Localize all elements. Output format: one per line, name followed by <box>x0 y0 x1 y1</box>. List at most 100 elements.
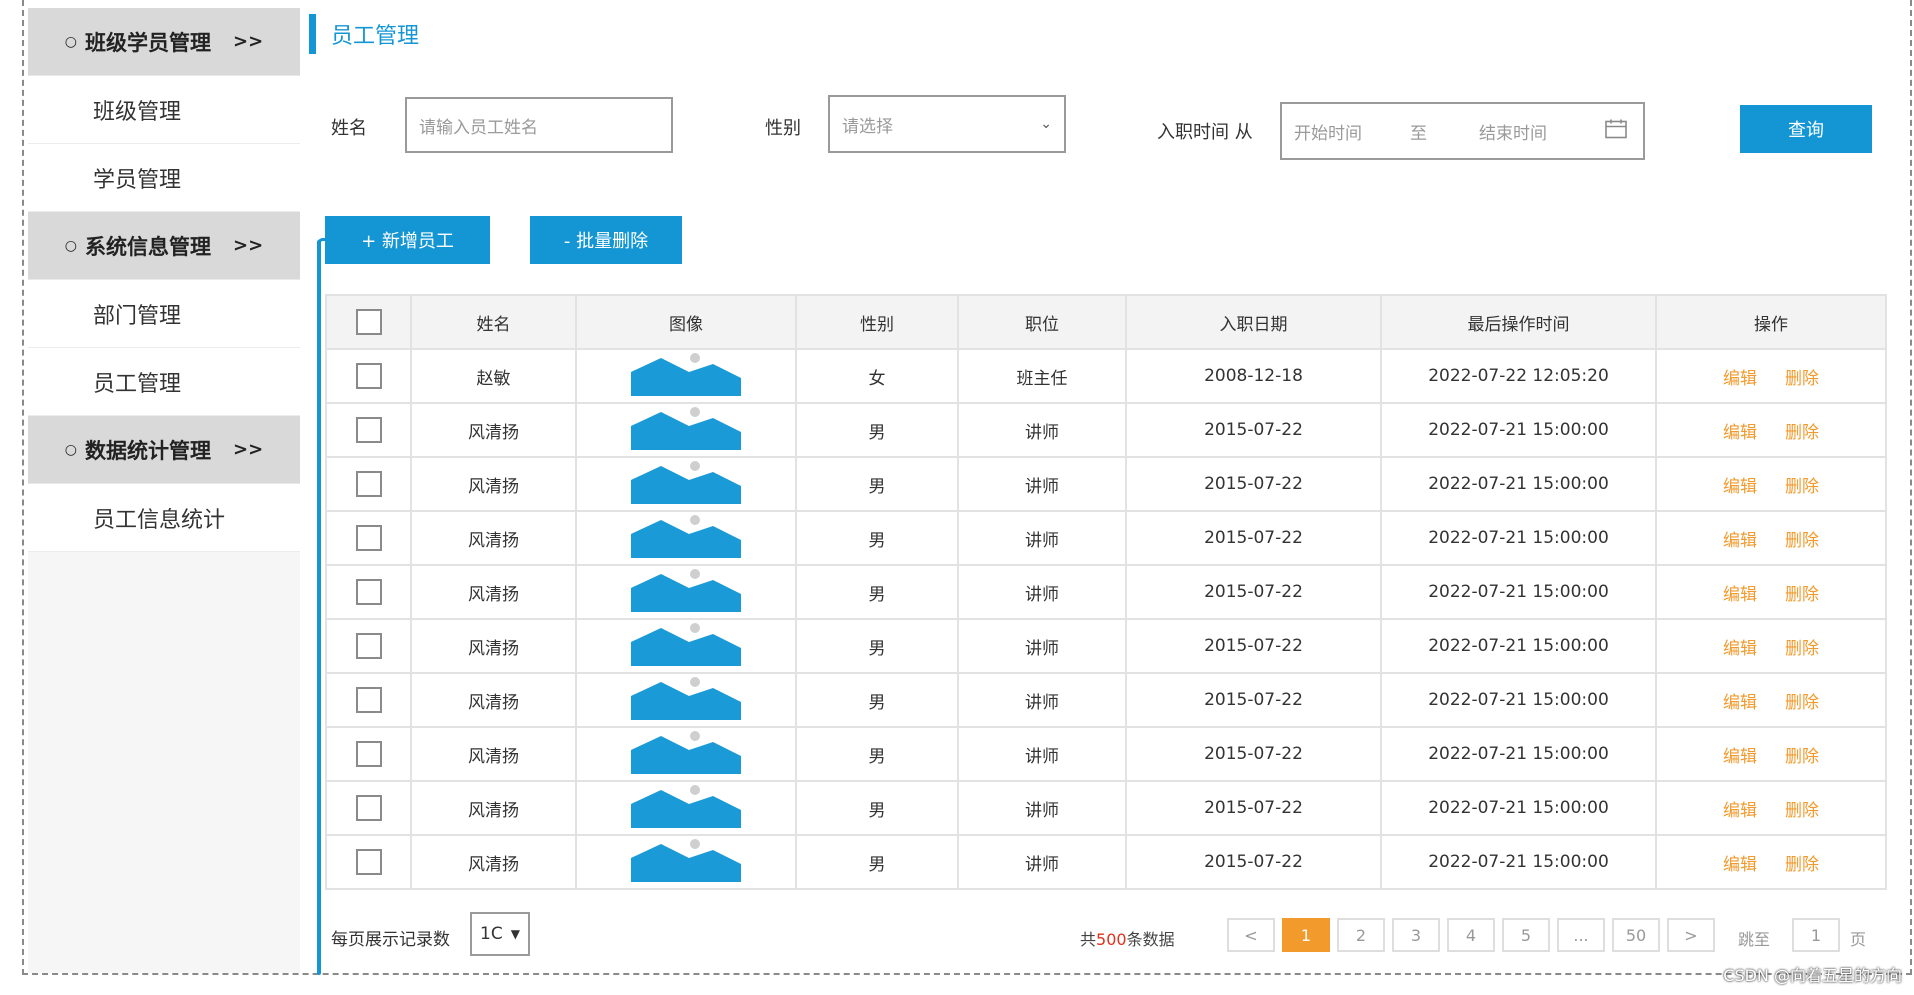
landscape-image-icon <box>631 406 741 455</box>
cell-hire-date: 2015-07-22 <box>1125 672 1382 728</box>
page-button-4[interactable]: 4 <box>1447 918 1495 952</box>
double-chevron-icon: >> <box>233 235 264 256</box>
edit-link[interactable]: 编辑 <box>1723 639 1757 659</box>
row-checkbox[interactable] <box>355 471 382 497</box>
delete-link[interactable]: 删除 <box>1785 855 1819 875</box>
add-employee-button[interactable]: + 新增员工 <box>325 216 490 264</box>
sidebar-item-department-management[interactable]: 部门管理 <box>28 280 300 348</box>
prev-page-button[interactable]: < <box>1227 918 1275 952</box>
select-all-checkbox[interactable] <box>355 309 382 335</box>
cell-gender: 男 <box>795 780 959 836</box>
cell-actions: 编辑 删除 <box>1655 726 1887 782</box>
edit-link[interactable]: 编辑 <box>1723 855 1757 875</box>
cell-gender: 男 <box>795 510 959 566</box>
table-row: 风清扬 男讲师 2015-07-22 2022-07-21 15:00:00 编辑 删除 <box>325 780 1887 836</box>
page-button-50[interactable]: 50 <box>1612 918 1660 952</box>
page-button-2[interactable]: 2 <box>1337 918 1385 952</box>
batch-delete-button[interactable]: - 批量删除 <box>530 216 682 264</box>
delete-link[interactable]: 删除 <box>1785 639 1819 659</box>
cell-actions: 编辑 删除 <box>1655 834 1887 890</box>
edit-link[interactable]: 编辑 <box>1723 693 1757 713</box>
row-select-cell <box>325 456 412 512</box>
cell-position: 讲师 <box>957 780 1127 836</box>
table-row: 风清扬 男讲师 2015-07-22 2022-07-21 15:00:00 编辑 删除 <box>325 456 1887 512</box>
cell-gender: 女 <box>795 348 959 404</box>
edit-link[interactable]: 编辑 <box>1723 801 1757 821</box>
edit-link[interactable]: 编辑 <box>1723 747 1757 767</box>
cell-image <box>575 402 797 458</box>
column-header-actions: 操作 <box>1655 294 1887 350</box>
sidebar-group-label: 系统信息管理 <box>85 234 212 259</box>
table-row: 风清扬 男讲师 2015-07-22 2022-07-21 15:00:00 编辑 删除 <box>325 510 1887 566</box>
sidebar-group-label: 数据统计管理 <box>85 438 212 463</box>
delete-link[interactable]: 删除 <box>1785 693 1819 713</box>
row-checkbox[interactable] <box>355 363 382 389</box>
jump-to-page-input[interactable]: 1 <box>1792 918 1840 952</box>
total-suffix: 条数据 <box>1126 930 1175 949</box>
column-header-hire-date: 入职日期 <box>1125 294 1382 350</box>
page-button-1[interactable]: 1 <box>1282 918 1330 952</box>
edit-link[interactable]: 编辑 <box>1723 423 1757 443</box>
sidebar-item-employee-management[interactable]: 员工管理 <box>28 348 300 416</box>
row-checkbox[interactable] <box>355 633 382 659</box>
cell-last-op-time: 2022-07-21 15:00:00 <box>1380 618 1657 674</box>
cell-actions: 编辑 删除 <box>1655 618 1887 674</box>
cell-actions: 编辑 删除 <box>1655 456 1887 512</box>
edit-link[interactable]: 编辑 <box>1723 477 1757 497</box>
delete-link[interactable]: 删除 <box>1785 369 1819 389</box>
row-checkbox[interactable] <box>355 849 382 875</box>
cell-gender: 男 <box>795 456 959 512</box>
delete-link[interactable]: 删除 <box>1785 477 1819 497</box>
date-end-input[interactable]: 结束时间 <box>1479 119 1547 144</box>
table-row: 风清扬 男讲师 2015-07-22 2022-07-21 15:00:00 编辑 删除 <box>325 834 1887 890</box>
row-checkbox[interactable] <box>355 795 382 821</box>
next-page-button[interactable]: > <box>1667 918 1715 952</box>
row-checkbox[interactable] <box>355 525 382 551</box>
row-select-cell <box>325 780 412 836</box>
hire-date-range-picker[interactable]: 开始时间 至 结束时间 <box>1280 102 1645 160</box>
edit-link[interactable]: 编辑 <box>1723 585 1757 605</box>
row-checkbox[interactable] <box>355 417 382 443</box>
delete-link[interactable]: 删除 <box>1785 585 1819 605</box>
row-select-cell <box>325 618 412 674</box>
gender-filter-label: 性别 <box>765 118 801 139</box>
cell-actions: 编辑 删除 <box>1655 510 1887 566</box>
page-button-5[interactable]: 5 <box>1502 918 1550 952</box>
page-size-label: 每页展示记录数 <box>331 930 450 950</box>
name-search-input[interactable]: 请输入员工姓名 <box>405 97 673 153</box>
row-checkbox[interactable] <box>355 579 382 605</box>
query-button[interactable]: 查询 <box>1740 105 1872 153</box>
page-size-select[interactable]: 1C ▼ <box>470 912 530 956</box>
edit-link[interactable]: 编辑 <box>1723 369 1757 389</box>
sidebar: ○ 班级学员管理 >> 班级管理 学员管理 ○ 系统信息管理 >> 部门管理 员… <box>28 8 300 973</box>
delete-link[interactable]: 删除 <box>1785 423 1819 443</box>
page-title: 员工管理 <box>309 14 419 54</box>
cell-last-op-time: 2022-07-21 15:00:00 <box>1380 780 1657 836</box>
edit-link[interactable]: 编辑 <box>1723 531 1757 551</box>
cell-position: 讲师 <box>957 834 1127 890</box>
cell-last-op-time: 2022-07-22 12:05:20 <box>1380 348 1657 404</box>
row-checkbox[interactable] <box>355 741 382 767</box>
page-size-value: 1C <box>480 924 503 944</box>
row-checkbox[interactable] <box>355 687 382 713</box>
cell-position: 班主任 <box>957 348 1127 404</box>
double-chevron-icon: >> <box>233 439 264 460</box>
sidebar-group-data-statistics[interactable]: ○ 数据统计管理 >> <box>28 416 300 484</box>
calendar-icon[interactable] <box>1605 119 1627 144</box>
sidebar-group-class-student[interactable]: ○ 班级学员管理 >> <box>28 8 300 76</box>
column-header-gender: 性别 <box>795 294 959 350</box>
page-button-3[interactable]: 3 <box>1392 918 1440 952</box>
cell-hire-date: 2015-07-22 <box>1125 510 1382 566</box>
gender-select[interactable]: 请选择 ⌄ <box>828 95 1066 153</box>
delete-link[interactable]: 删除 <box>1785 531 1819 551</box>
table-header-row: 姓名 图像 性别 职位 入职日期 最后操作时间 操作 <box>325 294 1887 350</box>
date-start-input[interactable]: 开始时间 <box>1294 119 1362 144</box>
sidebar-item-student-management[interactable]: 学员管理 <box>28 144 300 212</box>
double-chevron-icon: >> <box>233 31 264 52</box>
delete-link[interactable]: 删除 <box>1785 801 1819 821</box>
delete-link[interactable]: 删除 <box>1785 747 1819 767</box>
sidebar-group-system-info[interactable]: ○ 系统信息管理 >> <box>28 212 300 280</box>
sidebar-item-class-management[interactable]: 班级管理 <box>28 76 300 144</box>
sidebar-item-employee-statistics[interactable]: 员工信息统计 <box>28 484 300 552</box>
cell-last-op-time: 2022-07-21 15:00:00 <box>1380 672 1657 728</box>
